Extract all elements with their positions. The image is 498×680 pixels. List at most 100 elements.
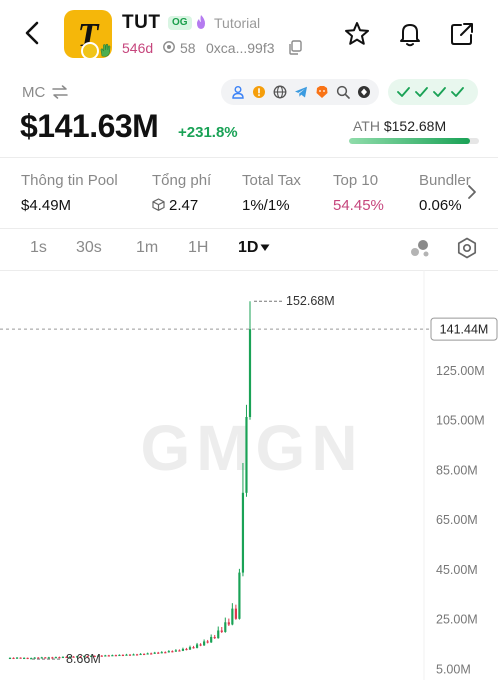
stat-value: 1%/1% xyxy=(242,197,290,214)
candle-body xyxy=(19,657,22,659)
candle-body xyxy=(248,329,252,417)
y-tick-label: 5.00M xyxy=(436,662,471,676)
contract-address[interactable]: 0xca...99f3 xyxy=(206,40,275,56)
candle-body xyxy=(100,655,103,657)
candlestick-chart[interactable]: GMGN 125.00M 105.00M 85.00M 65.00M 45.00M 25.… xyxy=(0,270,498,680)
candle-body xyxy=(195,644,199,648)
cube-icon xyxy=(152,198,165,211)
candle-body xyxy=(210,636,213,643)
chevron-right-icon[interactable] xyxy=(467,184,477,200)
lion-icon xyxy=(316,86,328,98)
candle-body xyxy=(227,622,230,625)
timeframe-30s[interactable]: 30s xyxy=(76,239,102,257)
candle-body xyxy=(241,492,245,573)
timeframe-1d[interactable]: 1D xyxy=(238,239,258,257)
chain-badge-icon xyxy=(81,42,99,60)
security-audit-pill[interactable] xyxy=(221,79,379,105)
candle-body xyxy=(40,657,43,659)
candle-body xyxy=(58,657,61,659)
candle-body xyxy=(12,657,15,660)
candle-body xyxy=(30,658,33,660)
stat-total-fee[interactable]: Tổng phí 2.47 xyxy=(152,172,211,214)
ath-info: ATH $152.68M xyxy=(353,118,446,134)
caret-down-icon[interactable] xyxy=(260,244,270,252)
mc-change: +231.8% xyxy=(178,124,238,141)
ath-label: ATH xyxy=(353,118,380,134)
stat-value: 54.45% xyxy=(333,197,384,214)
high-marker-label: 152.68M xyxy=(286,294,335,308)
candle-body xyxy=(128,654,132,656)
y-tick-label: 105.00M xyxy=(436,414,485,428)
candle-body xyxy=(185,648,188,651)
stat-label: Top 10 xyxy=(333,172,379,189)
star-icon[interactable] xyxy=(343,20,371,48)
back-arrow-icon[interactable] xyxy=(18,18,48,48)
candle-body xyxy=(37,657,40,659)
candle-body xyxy=(174,650,177,652)
mc-value: $141.63M xyxy=(20,108,159,144)
divider xyxy=(0,157,498,158)
chart-watermark: GMGN xyxy=(140,412,363,484)
low-marker-label: 8.66M xyxy=(66,652,101,666)
y-tick-label: 85.00M xyxy=(436,463,478,477)
stat-bundler[interactable]: Bundler 0.06% xyxy=(419,172,471,214)
token-chain-icon xyxy=(358,86,370,98)
y-tick-label: 125.00M xyxy=(436,364,485,378)
candle-body xyxy=(231,608,234,625)
candle-body xyxy=(139,653,142,656)
candle-body xyxy=(121,654,125,657)
stat-value: 0.06% xyxy=(419,197,462,214)
stat-total-tax[interactable]: Total Tax 1%/1% xyxy=(242,172,301,214)
token-logo: T xyxy=(64,10,112,60)
gear-icon[interactable] xyxy=(456,237,478,259)
y-tick-label: 45.00M xyxy=(436,563,478,577)
search-icon xyxy=(336,85,350,99)
warning-icon xyxy=(253,86,265,98)
stat-label: Tổng phí xyxy=(152,172,212,189)
stat-top10[interactable]: Top 10 54.45% xyxy=(333,172,384,214)
candle-body xyxy=(44,657,47,659)
candle-body xyxy=(213,636,216,639)
candle-body xyxy=(167,651,170,653)
candle-body xyxy=(33,657,36,659)
bell-icon[interactable] xyxy=(396,20,424,48)
tutorial-link[interactable]: Tutorial xyxy=(214,15,260,31)
stat-label: Total Tax xyxy=(242,172,301,189)
candle-body xyxy=(238,572,241,619)
candle-body xyxy=(118,654,121,657)
candle-body xyxy=(217,630,220,639)
candle-body xyxy=(188,647,192,650)
copy-icon[interactable] xyxy=(288,40,302,55)
holders-count: 58 xyxy=(180,40,196,56)
candle-body xyxy=(146,653,149,655)
candle-body xyxy=(192,647,195,649)
y-tick-label: 65.00M xyxy=(436,513,478,527)
candle-body xyxy=(157,652,160,654)
candle-body xyxy=(153,652,156,654)
candle-body xyxy=(47,657,50,659)
candle-body xyxy=(114,655,117,657)
stat-label: Thông tin Pool xyxy=(21,172,118,189)
flame-icon xyxy=(197,15,205,29)
stat-pool-info[interactable]: Thông tin Pool $4.49M xyxy=(21,172,118,214)
stat-value: $4.49M xyxy=(21,197,72,214)
share-icon[interactable] xyxy=(448,20,476,48)
candle-body xyxy=(224,622,227,632)
checks-pill[interactable] xyxy=(388,79,478,105)
timeframe-1h[interactable]: 1H xyxy=(188,239,208,257)
timeframe-1s[interactable]: 1s xyxy=(30,239,47,257)
token-age: 546d xyxy=(122,40,154,56)
timeframe-1m[interactable]: 1m xyxy=(136,239,158,257)
swap-arrows-icon[interactable] xyxy=(52,85,68,99)
og-badge: OG xyxy=(168,16,192,30)
price-chart[interactable]: GMGN 125.00M 105.00M 85.00M 65.00M 45.00M 25.… xyxy=(0,270,498,680)
indicators-icon[interactable] xyxy=(409,238,431,258)
ath-value: $152.68M xyxy=(383,118,447,134)
mc-label: MC xyxy=(22,84,46,101)
globe-icon xyxy=(273,85,287,99)
candle-body xyxy=(203,641,206,646)
candle-body xyxy=(199,644,202,646)
checkmarks-icon xyxy=(397,87,464,97)
candle-body xyxy=(181,648,185,651)
candle-body xyxy=(111,655,114,657)
